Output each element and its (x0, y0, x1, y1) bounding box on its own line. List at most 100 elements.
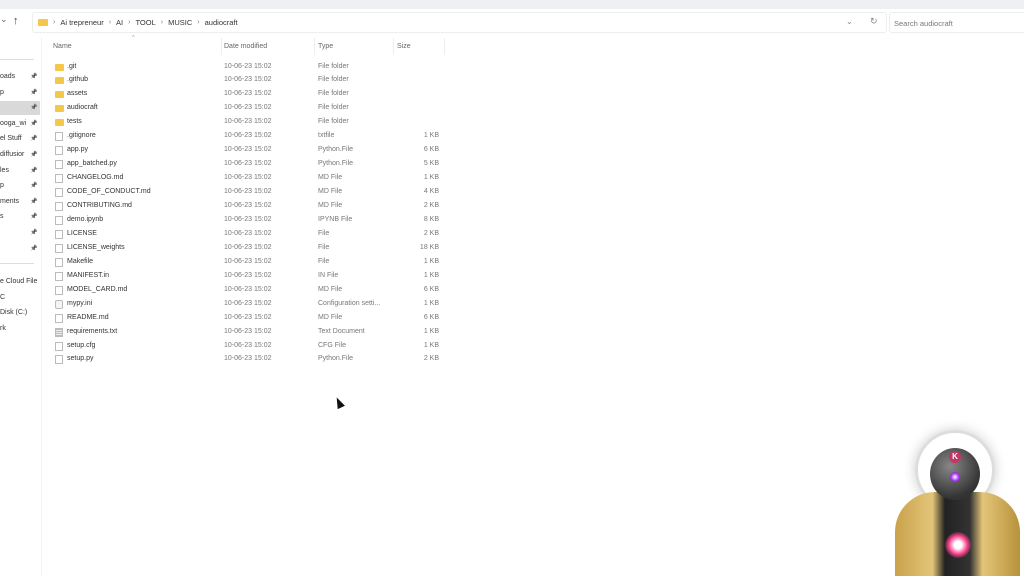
file-row[interactable]: app.py 10-06-23 15:02 Python.File 6 KB (50, 143, 445, 157)
breadcrumb: › Ai trepreneur › AI › TOOL › MUSIC › audiocraft (48, 18, 238, 27)
file-row[interactable]: audiocraft 10-06-23 15:02 File folder (50, 101, 445, 115)
up-arrow-icon[interactable]: ↑ (13, 15, 19, 27)
sidebar-item[interactable]: e Cloud File (0, 275, 40, 289)
file-date: 10-06-23 15:02 (224, 188, 272, 196)
file-row[interactable]: tests 10-06-23 15:02 File folder (50, 115, 445, 129)
file-date: 10-06-23 15:02 (224, 327, 272, 335)
sidebar-item-label: p (0, 182, 4, 190)
column-divider[interactable] (444, 38, 445, 55)
file-type: File (318, 229, 330, 237)
sidebar-item-label: ooga_wi (0, 119, 27, 127)
breadcrumb-item[interactable]: audiocraft (205, 18, 238, 27)
column-header-size[interactable]: Size (397, 41, 411, 53)
file-icon (55, 243, 63, 253)
column-divider[interactable] (314, 38, 315, 55)
file-name: MANIFEST.in (67, 271, 110, 279)
file-type: MD File (318, 285, 343, 293)
column-header-type[interactable]: Type (318, 41, 333, 53)
file-row[interactable]: .github 10-06-23 15:02 File folder (50, 73, 445, 87)
column-divider[interactable] (393, 38, 394, 55)
breadcrumb-item[interactable]: MUSIC (168, 18, 192, 27)
sidebar-item[interactable]: diffusior 📌 (0, 148, 40, 162)
file-date: 10-06-23 15:02 (224, 215, 272, 223)
file-date: 10-06-23 15:02 (224, 341, 272, 349)
sidebar-item[interactable]: oads 📌 (0, 70, 40, 84)
file-name: CODE_OF_CONDUCT.md (67, 188, 151, 196)
sidebar-item[interactable]: s 📌 (0, 210, 40, 225)
file-date: 10-06-23 15:02 (224, 313, 272, 321)
search-input[interactable]: Search audiocraft (889, 12, 1024, 33)
refresh-icon[interactable]: ↻ (870, 16, 878, 27)
file-name: app_batched.py (67, 160, 117, 168)
file-row[interactable]: setup.py 10-06-23 15:02 Python.File 2 KB (50, 352, 445, 366)
file-icon (55, 229, 63, 239)
file-row[interactable]: .git 10-06-23 15:02 File folder (50, 60, 445, 74)
file-type: txtfile (318, 132, 335, 140)
file-row[interactable]: .gitignore 10-06-23 15:02 txtfile 1 KB (50, 129, 445, 143)
column-header-name[interactable]: Name (53, 41, 72, 53)
file-type: File (318, 243, 330, 251)
breadcrumb-item[interactable]: TOOL (135, 18, 155, 27)
address-history-chevron-icon[interactable]: ⌄ (846, 17, 853, 26)
file-type: Python.File (318, 355, 354, 363)
file-row[interactable]: assets 10-06-23 15:02 File folder (50, 87, 445, 101)
file-row[interactable]: LICENSE 10-06-23 15:02 File 2 KB (50, 227, 445, 241)
file-name: CONTRIBUTING.md (67, 202, 132, 209)
sidebar-item[interactable]: Disk (C:) (0, 306, 40, 320)
file-row[interactable]: MANIFEST.in 10-06-23 15:02 IN File 1 KB (50, 269, 445, 283)
sidebar-item[interactable]: ooga_wi 📌 (0, 116, 40, 131)
file-row[interactable]: MODEL_CARD.md 10-06-23 15:02 MD File 6 KB (50, 283, 445, 297)
sidebar-item[interactable]: p 📌 (0, 85, 40, 100)
sidebar-item[interactable]: les 📌 (0, 163, 40, 178)
file-icon (55, 355, 63, 365)
pin-icon: 📌 (30, 163, 38, 178)
file-name: assets (67, 90, 88, 98)
sidebar-item[interactable]: C (0, 291, 40, 305)
column-header-date[interactable]: Date modified (224, 41, 267, 53)
file-row[interactable]: Makefile 10-06-23 15:02 File 1 KB (50, 255, 445, 269)
sidebar-item-label: e Cloud File (0, 278, 38, 285)
file-row[interactable]: CHANGELOG.md 10-06-23 15:02 MD File 1 KB (50, 171, 445, 185)
sidebar-item[interactable]: p 📌 (0, 179, 40, 194)
file-row[interactable]: LICENSE_weights 10-06-23 15:02 File 18 KB (50, 241, 445, 255)
mouse-cursor (333, 395, 345, 410)
file-type: Configuration setti... (318, 299, 381, 307)
sidebar-item[interactable]: el Stuff 📌 (0, 132, 40, 147)
file-row[interactable]: mypy.ini 10-06-23 15:02 Configuration sett… (50, 297, 445, 311)
title-bar (0, 0, 1024, 9)
file-type: MD File (318, 174, 343, 182)
pin-icon: 📌 (30, 226, 38, 240)
sidebar-item[interactable]: rk (0, 322, 40, 336)
file-row[interactable]: CODE_OF_CONDUCT.md 10-06-23 15:02 MD File 4… (50, 185, 445, 199)
breadcrumb-item[interactable]: AI (116, 18, 123, 27)
file-type: IPYNB File (318, 215, 353, 223)
column-divider[interactable] (221, 38, 222, 55)
pin-icon: 📌 (30, 70, 38, 84)
sidebar-item[interactable]: ments 📌 (0, 194, 40, 209)
file-row[interactable]: CONTRIBUTING.md 10-06-23 15:02 MD File 2 KB (50, 199, 445, 213)
pin-icon: 📌 (30, 116, 38, 131)
avatar-head: K (930, 448, 980, 500)
sidebar-item[interactable]: 📌 (0, 226, 40, 240)
file-icon (55, 341, 63, 351)
file-row[interactable]: app_batched.py 10-06-23 15:02 Python.File 5… (50, 157, 445, 171)
file-row[interactable]: demo.ipynb 10-06-23 15:02 IPYNB File 8 KB (50, 213, 445, 227)
streamer-avatar: K (890, 430, 1024, 576)
file-name: LICENSE (67, 229, 97, 237)
file-row[interactable]: README.md 10-06-23 15:02 MD File 6 KB (50, 311, 445, 325)
breadcrumb-item[interactable]: Ai trepreneur (60, 18, 103, 27)
file-icon (55, 285, 63, 295)
file-row[interactable]: requirements.txt 10-06-23 15:02 Text Docum… (50, 325, 445, 339)
file-name: audiocraft (67, 104, 98, 112)
sidebar-item[interactable]: 📌 (0, 101, 40, 116)
sidebar-divider (0, 59, 34, 60)
sidebar-item-label: el Stuff (0, 135, 22, 143)
recent-locations-chevron-icon[interactable]: ⌄ (0, 14, 8, 25)
file-size: 1 KB (423, 174, 439, 182)
address-bar[interactable]: › Ai trepreneur › AI › TOOL › MUSIC › audiocraft (32, 12, 887, 33)
file-size: 1 KB (423, 132, 439, 140)
file-icon (55, 146, 63, 156)
file-row[interactable]: setup.cfg 10-06-23 15:02 CFG File 1 KB (50, 339, 445, 353)
sidebar-item[interactable]: 📌 (0, 241, 40, 256)
file-name: requirements.txt (67, 327, 118, 335)
